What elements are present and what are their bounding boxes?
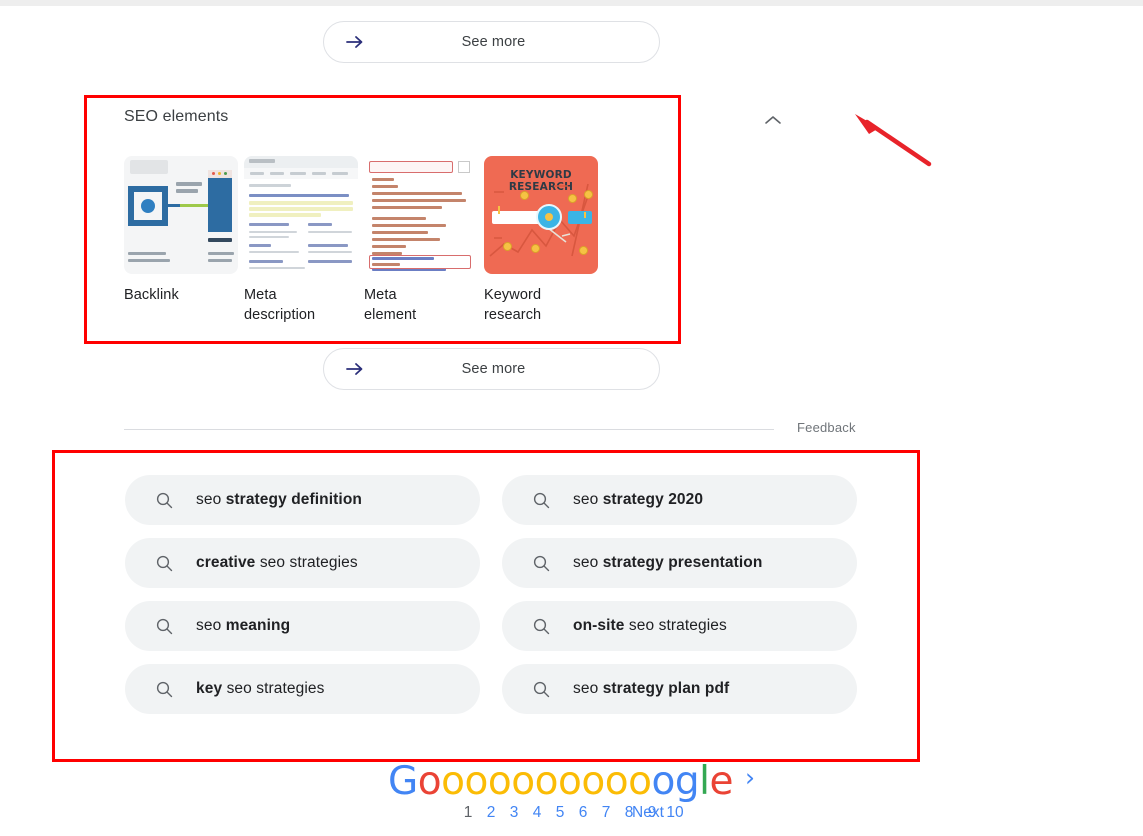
next-page-link[interactable]: Next — [632, 804, 664, 822]
related-search-label: seo strategy plan pdf — [573, 680, 730, 697]
google-logo-letter: o — [441, 759, 465, 804]
search-icon — [153, 552, 175, 574]
related-search-label: on-site seo strategies — [573, 617, 727, 634]
google-logo-letter: o — [628, 759, 652, 804]
google-logo-letter: o — [534, 759, 559, 804]
google-logo-letter: o — [651, 759, 676, 804]
related-search-label: seo strategy definition — [196, 491, 362, 508]
related-search-label: key seo strategies — [196, 680, 325, 697]
seo-tile-label-line2: element — [364, 307, 417, 323]
page-number-list: 1 2 3 4 5 6 7 8 9 10 Next — [0, 804, 1143, 828]
google-logo-letter: e — [709, 759, 733, 804]
html-code-thumbnail — [364, 156, 478, 274]
google-logo-letter: o — [581, 759, 605, 804]
seo-tile-meta-element[interactable]: Meta element — [364, 156, 478, 325]
seo-tile-meta-description[interactable]: Meta description — [244, 156, 358, 325]
google-logo-letter: o — [487, 759, 512, 804]
page-number-1: 1 — [463, 804, 473, 821]
google-logo-letter: l — [699, 759, 710, 804]
see-more-button-bottom[interactable]: See more — [323, 348, 660, 390]
next-caret-icon[interactable]: › — [745, 763, 755, 792]
search-icon — [530, 489, 552, 511]
seo-tile-label-line1: Keyword — [484, 287, 542, 303]
seo-tile-label: Meta element — [364, 285, 478, 325]
related-search-chip[interactable]: seo meaning — [125, 601, 480, 651]
seo-tile-keyword-research[interactable]: KEYWORD RESEARCH Keyword research — [484, 156, 598, 325]
seo-tile-backlink[interactable]: Backlink — [124, 156, 238, 325]
backlink-diagram-thumbnail — [124, 156, 238, 274]
keyword-research-illustration-thumbnail: KEYWORD RESEARCH — [484, 156, 598, 274]
seo-tile-label-line2: description — [244, 307, 316, 323]
pagination: Gooooooooooogle › 1 2 3 4 5 6 7 8 9 10 Next — [0, 762, 1143, 828]
page-number-6[interactable]: 6 — [572, 804, 595, 822]
search-icon — [530, 552, 552, 574]
copy-icon — [458, 161, 470, 173]
google-logo-letter: o — [604, 759, 629, 804]
google-logo-letter: G — [388, 759, 418, 804]
top-edge-strip — [0, 0, 1143, 6]
see-more-label: See more — [461, 34, 526, 50]
page-number-7[interactable]: 7 — [595, 804, 618, 822]
seo-tile-label: Keyword research — [484, 285, 598, 325]
seo-elements-title: SEO elements — [124, 108, 229, 125]
see-more-label: See more — [461, 361, 526, 377]
search-icon — [153, 615, 175, 637]
page-number-2[interactable]: 2 — [480, 804, 503, 822]
related-search-chip[interactable]: creative seo strategies — [125, 538, 480, 588]
related-search-label: seo strategy 2020 — [573, 491, 704, 508]
page-number-4[interactable]: 4 — [526, 804, 549, 822]
serp-result-thumbnail — [244, 156, 358, 274]
google-logo-letter: o — [511, 759, 535, 804]
red-annotation-arrow — [855, 114, 932, 167]
search-icon — [530, 678, 552, 700]
related-search-label: seo meaning — [196, 617, 291, 634]
page-number-5[interactable]: 5 — [549, 804, 572, 822]
related-search-chip[interactable]: key seo strategies — [125, 664, 480, 714]
page-number-3[interactable]: 3 — [503, 804, 526, 822]
related-search-chip[interactable]: seo strategy 2020 — [502, 475, 857, 525]
seo-elements-carousel: SEO elements Backlink Meta description M… — [88, 98, 678, 339]
seo-tile-label-line1: Meta — [244, 287, 277, 303]
google-logo-letter: o — [417, 759, 442, 804]
google-logo-letter: o — [464, 759, 489, 804]
seo-tile-label-line2: research — [484, 307, 542, 323]
arrow-right-icon — [338, 359, 372, 379]
seo-tile-label: Meta description — [244, 285, 358, 325]
feedback-link[interactable]: Feedback — [797, 420, 856, 435]
search-icon — [153, 489, 175, 511]
seo-tile-label: Backlink — [124, 287, 179, 303]
related-search-label: creative seo strategies — [196, 554, 358, 571]
related-search-chip[interactable]: seo strategy definition — [125, 475, 480, 525]
seo-elements-tile-list: Backlink Meta description Meta element K… — [124, 156, 598, 325]
google-logo-letter: o — [558, 759, 582, 804]
see-more-button-top[interactable]: See more — [323, 21, 660, 63]
related-search-label: seo strategy presentation — [573, 554, 763, 571]
page-number-10[interactable]: 10 — [664, 804, 687, 822]
related-search-chip[interactable]: on-site seo strategies — [502, 601, 857, 651]
arrow-right-icon — [338, 32, 372, 52]
seo-tile-label-line1: Meta — [364, 287, 397, 303]
section-divider — [124, 429, 774, 430]
related-search-chip[interactable]: seo strategy plan pdf — [502, 664, 857, 714]
related-search-chip[interactable]: seo strategy presentation — [502, 538, 857, 588]
search-icon — [153, 678, 175, 700]
chevron-up-icon[interactable] — [760, 108, 786, 134]
google-pagination-logo: Gooooooooooogle — [388, 762, 733, 802]
search-icon — [530, 615, 552, 637]
google-logo-letter: g — [674, 759, 700, 804]
